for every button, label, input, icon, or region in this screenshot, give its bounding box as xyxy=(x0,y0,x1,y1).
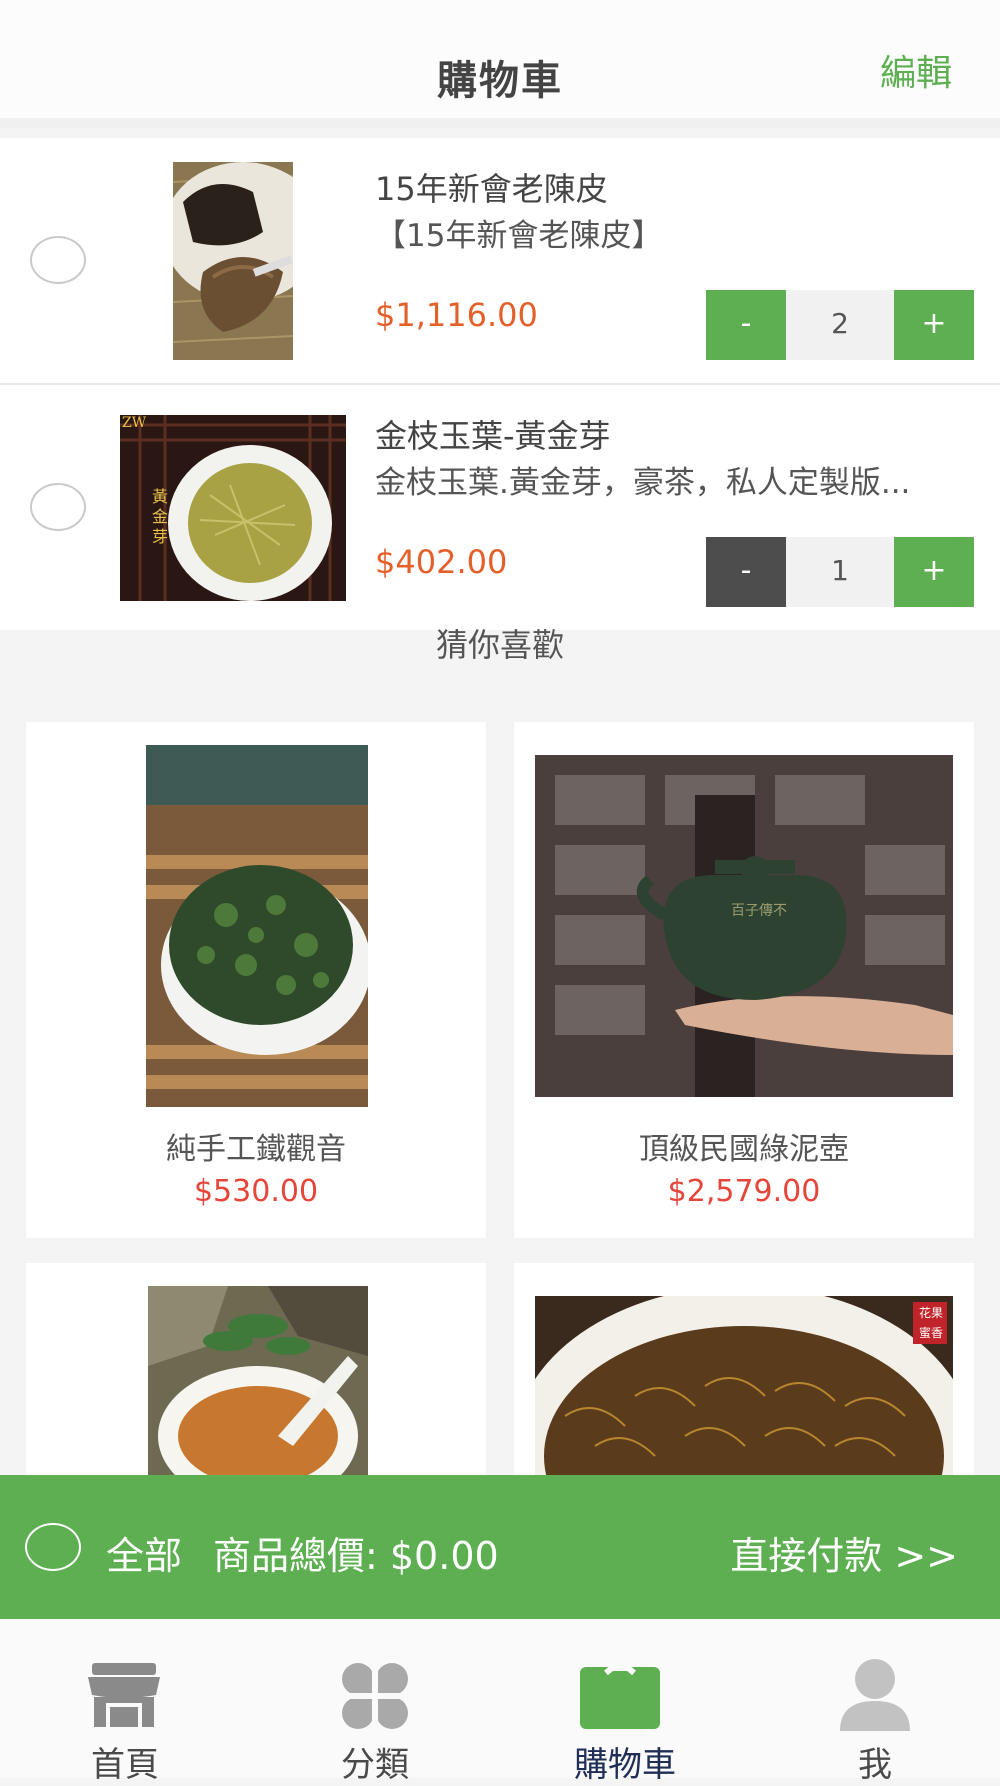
product-card[interactable]: 花果蜜香 xyxy=(514,1263,974,1475)
product-name[interactable]: 頂級民國綠泥壺 xyxy=(514,1124,974,1168)
product-image[interactable] xyxy=(173,162,293,360)
user-icon xyxy=(840,1659,910,1731)
total-price: 商品總價: $0.00 xyxy=(213,1534,499,1578)
product-price: $402.00 xyxy=(375,543,508,581)
tab-label: 購物車 xyxy=(574,1745,676,1785)
product-card[interactable] xyxy=(26,1263,486,1475)
teapot-inscription: 百子傳不 xyxy=(731,903,787,919)
recommend-title: 猜你喜歡 xyxy=(435,626,564,664)
tab-me[interactable]: 我 xyxy=(750,1619,1000,1785)
increase-qty-button[interactable]: + xyxy=(894,537,974,607)
select-all-radio[interactable] xyxy=(25,1523,81,1571)
product-price: $530.00 xyxy=(193,1174,319,1209)
edit-button[interactable]: 編輯 xyxy=(880,44,952,96)
image-logo-text: ZW xyxy=(122,415,147,431)
product-name[interactable]: 金枝玉葉-黃金芽 xyxy=(375,411,611,457)
product-image[interactable]: 花果蜜香 xyxy=(514,1286,974,1475)
product-image[interactable] xyxy=(148,1286,368,1475)
select-item-radio[interactable] xyxy=(30,483,86,531)
tab-cart[interactable]: 購物車 xyxy=(500,1619,750,1785)
tab-label: 我 xyxy=(858,1745,892,1785)
product-image[interactable]: 百子傳不 xyxy=(535,755,953,1097)
product-image[interactable] xyxy=(146,745,371,1107)
product-desc: 【15年新會老陳皮】 xyxy=(375,218,663,254)
store-icon xyxy=(88,1663,160,1727)
product-desc: 金枝玉葉.黃金芽，豪茶，私人定製版... xyxy=(375,465,911,501)
tab-home[interactable]: 首頁 xyxy=(0,1619,250,1785)
product-price: $1,116.00 xyxy=(375,296,538,334)
cart-icon xyxy=(580,1657,660,1729)
product-price: $2,579.00 xyxy=(667,1174,821,1209)
quantity-stepper: - 2 + xyxy=(706,290,974,360)
product-name[interactable]: 純手工鐵觀音 xyxy=(26,1124,486,1168)
tab-category[interactable]: 分類 xyxy=(250,1619,500,1785)
product-card[interactable]: 百子傳不 頂級民國綠泥壺 $2,579.00 xyxy=(514,722,974,1238)
bottom-tab-bar: 首頁 分類 購物車 我 xyxy=(0,1619,1000,1785)
increase-qty-button[interactable]: + xyxy=(894,290,974,360)
product-card[interactable]: 純手工鐵觀音 $530.00 xyxy=(26,722,486,1238)
page-title: 購物車 xyxy=(437,58,563,104)
image-vertical-label: 黃金芽 xyxy=(152,487,169,546)
cart-item: 15年新會老陳皮 【15年新會老陳皮】 $1,116.00 - 2 + xyxy=(0,138,1000,385)
category-icon xyxy=(340,1661,410,1731)
product-name[interactable]: 15年新會老陳皮 xyxy=(375,164,608,210)
quantity-value[interactable]: 1 xyxy=(786,537,894,607)
cart-item: ZW 黃金芽 金枝玉葉-黃金芽 金枝玉葉.黃金芽，豪茶，私人定製版... $40… xyxy=(0,385,1000,630)
tab-label: 首頁 xyxy=(91,1745,159,1785)
pay-now-button[interactable]: 直接付款 >> xyxy=(730,1525,958,1580)
product-image[interactable]: ZW 黃金芽 xyxy=(120,415,346,601)
checkout-bar: 全部 商品總價: $0.00 直接付款 >> xyxy=(0,1475,1000,1619)
header-bar: 購物車 編輯 xyxy=(0,0,1000,128)
decrease-qty-button[interactable]: - xyxy=(706,290,786,360)
select-item-radio[interactable] xyxy=(30,236,86,284)
select-all-label[interactable]: 全部 xyxy=(106,1525,182,1580)
tab-label: 分類 xyxy=(341,1745,409,1785)
quantity-stepper: - 1 + xyxy=(706,537,974,607)
image-badge-text: 花果蜜香 xyxy=(918,1306,943,1340)
decrease-qty-button[interactable]: - xyxy=(706,537,786,607)
quantity-value[interactable]: 2 xyxy=(786,290,894,360)
